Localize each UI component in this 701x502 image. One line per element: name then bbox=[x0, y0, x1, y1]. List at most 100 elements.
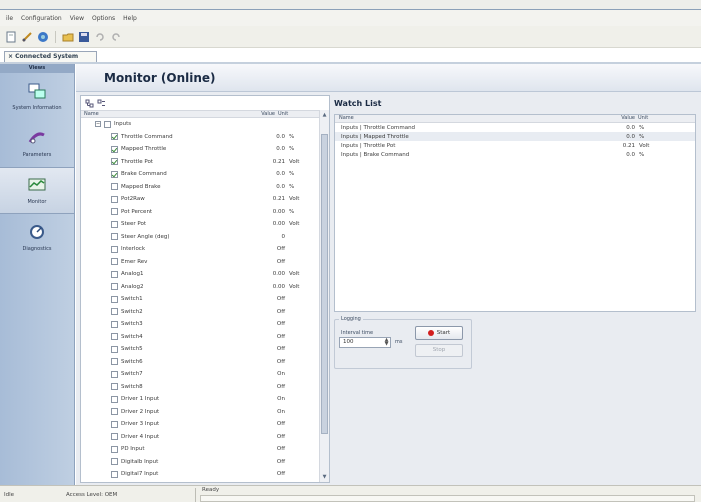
column-value[interactable]: Value bbox=[251, 111, 275, 117]
watch-checkbox[interactable] bbox=[111, 470, 118, 478]
table-row[interactable]: Pot Percent 0.00% bbox=[81, 206, 329, 219]
sidebar-item-parameters[interactable]: Parameters bbox=[0, 120, 74, 167]
table-row[interactable]: Analog2 0.00 Volt bbox=[81, 281, 329, 294]
table-row[interactable]: Digital7 Input Off bbox=[81, 468, 329, 481]
sidebar-item-system-information[interactable]: System Information bbox=[0, 73, 74, 120]
table-row[interactable]: Switch2 Off bbox=[81, 306, 329, 319]
table-row[interactable]: Interlock Off bbox=[81, 243, 329, 256]
watch-checkbox[interactable] bbox=[111, 283, 118, 291]
scroll-thumb[interactable] bbox=[321, 134, 328, 434]
watch-row[interactable]: Inputs | Mapped Throttle 0.0% bbox=[335, 132, 695, 141]
watch-checkbox[interactable] bbox=[111, 295, 118, 303]
table-row[interactable]: Emer Rev Off bbox=[81, 256, 329, 269]
table-row[interactable]: Driver 4 Input Off bbox=[81, 431, 329, 444]
watch-row[interactable]: Inputs | Throttle Command 0.0% bbox=[335, 123, 695, 132]
watch-checkbox[interactable] bbox=[111, 420, 118, 428]
undo-icon[interactable] bbox=[93, 30, 107, 44]
watch-checkbox[interactable] bbox=[111, 358, 118, 366]
table-row[interactable]: Switch4 Off bbox=[81, 331, 329, 344]
variable-value: Off bbox=[276, 246, 285, 253]
watch-checkbox[interactable] bbox=[111, 233, 118, 241]
watch-checkbox[interactable] bbox=[111, 308, 118, 316]
table-row[interactable]: Brake Command 0.0% bbox=[81, 168, 329, 181]
record-icon bbox=[427, 330, 434, 336]
watch-checkbox[interactable] bbox=[111, 208, 118, 216]
connect-icon[interactable] bbox=[36, 30, 50, 44]
variable-name: Switch1 bbox=[121, 296, 143, 303]
table-row[interactable]: Pot2Raw 0.21 Volt bbox=[81, 193, 329, 206]
column-name[interactable]: Name bbox=[81, 111, 251, 117]
menu-options[interactable]: Options bbox=[92, 15, 115, 22]
watch-checkbox[interactable] bbox=[111, 408, 118, 416]
watch-checkbox[interactable] bbox=[111, 370, 118, 378]
sidebar-item-monitor[interactable]: Monitor bbox=[0, 167, 74, 214]
stop-button[interactable]: Stop bbox=[415, 344, 463, 357]
watch-checkbox[interactable] bbox=[111, 383, 118, 391]
table-row[interactable]: Switch6 Off bbox=[81, 356, 329, 369]
redo-icon[interactable] bbox=[109, 30, 123, 44]
watch-row[interactable]: Inputs | Throttle Pot 0.21 Volt bbox=[335, 141, 695, 150]
table-row[interactable]: Switch1 Off bbox=[81, 293, 329, 306]
watch-checkbox[interactable] bbox=[111, 258, 118, 266]
table-row[interactable]: Driver 2 Input On bbox=[81, 406, 329, 419]
watch-checkbox[interactable] bbox=[111, 170, 118, 178]
table-row[interactable]: Driver 1 Input On bbox=[81, 393, 329, 406]
watch-checkbox[interactable] bbox=[111, 195, 118, 203]
table-row[interactable]: Steer Pot 0.00 Volt bbox=[81, 218, 329, 231]
edit-icon[interactable] bbox=[20, 30, 34, 44]
watch-checkbox[interactable] bbox=[111, 133, 118, 141]
expand-all-icon[interactable] bbox=[85, 99, 94, 108]
table-row[interactable]: Driver 3 Input Off bbox=[81, 418, 329, 431]
table-row[interactable]: Mapped Brake 0.0% bbox=[81, 181, 329, 194]
save-icon[interactable] bbox=[77, 30, 91, 44]
collapse-icon[interactable]: − bbox=[95, 121, 101, 128]
table-row[interactable]: Throttle Pot 0.21 Volt bbox=[81, 156, 329, 169]
watch-checkbox[interactable] bbox=[111, 220, 118, 228]
watch-checkbox[interactable] bbox=[111, 145, 118, 153]
watch-checkbox[interactable] bbox=[111, 183, 118, 191]
watch-checkbox[interactable] bbox=[111, 158, 118, 166]
column-unit[interactable]: Unit bbox=[275, 111, 295, 117]
watch-checkbox[interactable] bbox=[111, 270, 118, 278]
table-row[interactable]: Analog1 0.00 Volt bbox=[81, 268, 329, 281]
table-row[interactable]: Switch5 Off bbox=[81, 343, 329, 356]
open-icon[interactable] bbox=[61, 30, 75, 44]
watch-checkbox[interactable] bbox=[111, 245, 118, 253]
watch-column-name[interactable]: Name bbox=[335, 115, 597, 122]
menu-view[interactable]: View bbox=[70, 15, 84, 22]
variable-name: Emer Rev bbox=[121, 258, 148, 265]
watch-checkbox[interactable] bbox=[111, 433, 118, 441]
sidebar-item-diagnostics[interactable]: Diagnostics bbox=[0, 214, 74, 261]
table-row[interactable]: Steer Angle (deg) 0 bbox=[81, 231, 329, 244]
start-button[interactable]: Start bbox=[415, 326, 463, 340]
watch-checkbox[interactable] bbox=[111, 445, 118, 453]
table-row[interactable]: Switch8 Off bbox=[81, 381, 329, 394]
scroll-up-icon[interactable]: ▲ bbox=[321, 111, 328, 119]
table-row[interactable]: Mapped Throttle 0.0% bbox=[81, 143, 329, 156]
watch-column-unit[interactable]: Unit bbox=[635, 115, 648, 122]
table-row[interactable]: PD Input Off bbox=[81, 443, 329, 456]
table-row[interactable]: Switch7 On bbox=[81, 368, 329, 381]
scroll-down-icon[interactable]: ▼ bbox=[321, 473, 328, 481]
tab-connected-system[interactable]: × Connected System bbox=[4, 51, 97, 62]
watch-checkbox[interactable] bbox=[111, 320, 118, 328]
table-row[interactable]: Switch3 Off bbox=[81, 318, 329, 331]
variable-value: 0.00 bbox=[272, 271, 285, 278]
watch-checkbox[interactable] bbox=[111, 333, 118, 341]
watch-column-value[interactable]: Value bbox=[597, 115, 635, 122]
menu-help[interactable]: Help bbox=[123, 15, 137, 22]
table-row[interactable]: Throttle Command 0.0% bbox=[81, 131, 329, 144]
watch-checkbox[interactable] bbox=[111, 345, 118, 353]
collapse-all-icon[interactable] bbox=[97, 99, 106, 108]
watch-row[interactable]: Inputs | Brake Command 0.0% bbox=[335, 150, 695, 159]
menu-file[interactable]: ile bbox=[6, 15, 13, 22]
group-checkbox[interactable] bbox=[104, 120, 111, 128]
table-row[interactable]: Digitalb Input Off bbox=[81, 456, 329, 469]
watch-checkbox[interactable] bbox=[111, 458, 118, 466]
spinner-icon[interactable]: ▲ ▼ bbox=[383, 338, 390, 347]
new-icon[interactable] bbox=[4, 30, 18, 44]
tree-group-inputs[interactable]: − Inputs bbox=[81, 118, 329, 131]
watch-checkbox[interactable] bbox=[111, 395, 118, 403]
menu-configuration[interactable]: Configuration bbox=[21, 15, 62, 22]
main-content: Monitor (Online) Name Value Unit − Input… bbox=[76, 64, 701, 485]
